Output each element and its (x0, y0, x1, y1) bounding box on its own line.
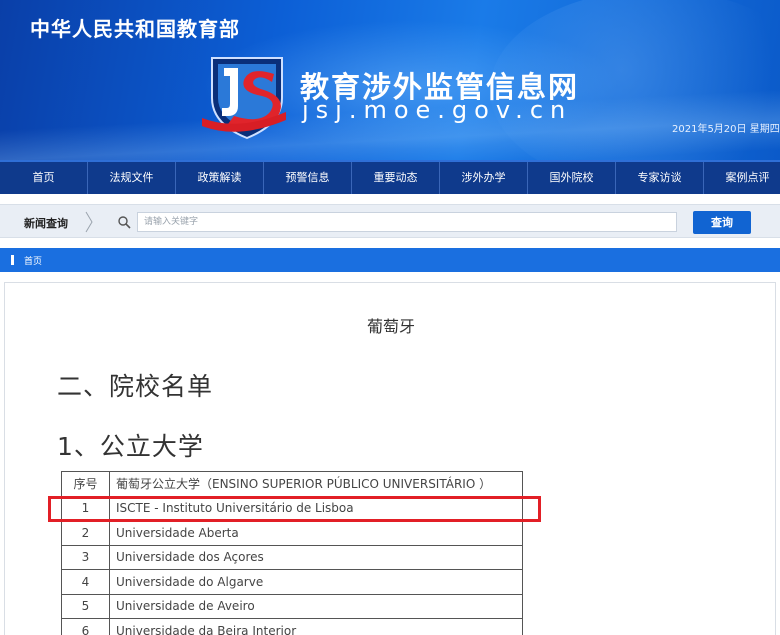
section-heading-public-universities: 1、公立大学 (57, 432, 204, 461)
main-nav: 首页 法规文件 政策解读 预警信息 重要动态 涉外办学 国外院校 专家访谈 案例… (0, 160, 780, 194)
article-title: 葡萄牙 (366, 317, 415, 336)
breadcrumb-marker (11, 255, 14, 265)
row-number: 6 (61, 618, 110, 635)
site-domain: jsj.moe.gov.cn (302, 96, 573, 124)
table-row: 5 Universidade de Aveiro (61, 593, 523, 619)
table-header-name: 葡萄牙公立大学（ENSINO SUPERIOR PÚBLICO UNIVERSI… (109, 471, 523, 497)
article-content: 葡萄牙 二、院校名单 1、公立大学 序号 葡萄牙公立大学（ENSINO SUPE… (4, 282, 776, 635)
nav-item-policy[interactable]: 政策解读 (176, 162, 264, 194)
table-row: 3 Universidade dos Açores (61, 544, 523, 570)
search-button[interactable]: 查询 (693, 211, 751, 234)
nav-item-warnings[interactable]: 预警信息 (264, 162, 352, 194)
university-name: Universidade dos Açores (109, 544, 523, 570)
table-header-row: 序号 葡萄牙公立大学（ENSINO SUPERIOR PÚBLICO UNIVE… (61, 471, 523, 497)
breadcrumb: 首页 (0, 248, 780, 272)
breadcrumb-home-link[interactable]: 首页 (24, 254, 42, 267)
news-search-bar: 新闻查询 查询 (0, 204, 780, 238)
nav-item-foreign-schools-running[interactable]: 涉外办学 (440, 162, 528, 194)
row-number: 3 (61, 544, 110, 570)
university-name: Universidade de Aveiro (109, 593, 523, 619)
table-row: 4 Universidade do Algarve (61, 569, 523, 595)
section-heading-institution-list: 二、院校名单 (57, 372, 214, 401)
nav-item-home[interactable]: 首页 (0, 162, 88, 194)
news-search-label: 新闻查询 (24, 217, 68, 230)
ministry-name[interactable]: 中华人民共和国教育部 (30, 13, 240, 42)
row-number: 4 (61, 569, 110, 595)
table-row: 6 Universidade da Beira Interior (61, 618, 523, 635)
row-number: 2 (61, 520, 110, 546)
row-number: 5 (61, 593, 110, 619)
university-name: Universidade Aberta (109, 520, 523, 546)
nav-item-news[interactable]: 重要动态 (352, 162, 440, 194)
search-icon (118, 216, 131, 229)
nav-item-regulations[interactable]: 法规文件 (88, 162, 176, 194)
nav-item-foreign-institutions[interactable]: 国外院校 (528, 162, 616, 194)
site-header: 中华人民共和国教育部 教育涉外监管信息网 jsj.moe.gov.cn 2021… (0, 0, 780, 160)
university-name: Universidade do Algarve (109, 569, 523, 595)
chevron-right-icon (85, 211, 93, 233)
nav-item-case-reviews[interactable]: 案例点评 (704, 162, 780, 194)
university-name: Universidade da Beira Interior (109, 618, 523, 635)
jsj-shield-logo-icon[interactable] (198, 54, 290, 140)
current-date: 2021年5月20日 星期四 (672, 124, 780, 135)
nav-item-expert-interviews[interactable]: 专家访谈 (616, 162, 704, 194)
search-input[interactable] (137, 212, 677, 232)
table-row: 2 Universidade Aberta (61, 520, 523, 546)
highlight-box (48, 496, 541, 522)
table-header-number: 序号 (61, 471, 110, 497)
